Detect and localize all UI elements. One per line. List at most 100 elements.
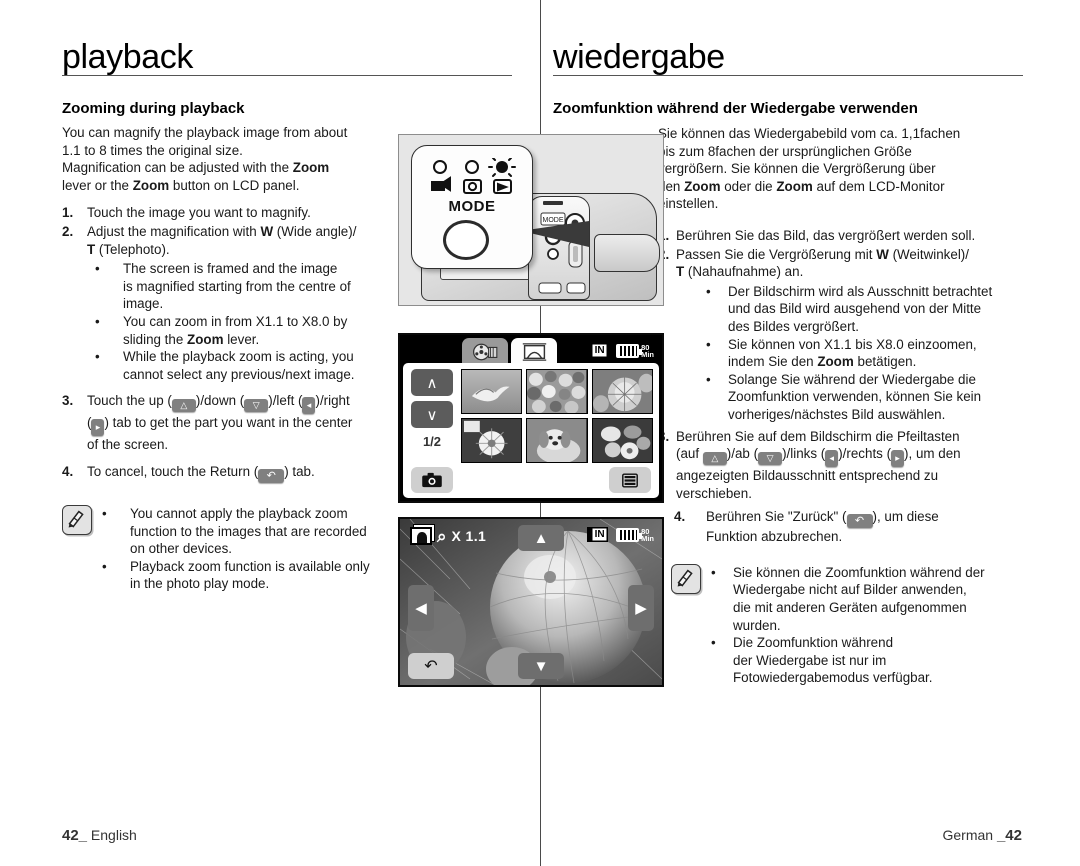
- thumbnail-fruit-image: [592, 419, 652, 462]
- step-number: 2.: [62, 223, 74, 239]
- chapter-title-german: wiedergabe: [553, 40, 1023, 76]
- note-pen-glyph: [677, 569, 693, 587]
- chapter-title-english: playback: [62, 40, 512, 76]
- battery-time: 80 Min: [641, 343, 654, 359]
- thumbnail-cell[interactable]: [461, 369, 523, 414]
- step-1: 1. Berühren Sie das Bild, das vergrößert…: [658, 227, 1023, 245]
- page-number-german: _42: [996, 827, 1022, 844]
- step-text: Berühren Sie das Bild, das vergrößert we…: [676, 227, 976, 243]
- intro-line-5: einstellen.: [658, 196, 719, 212]
- thumbnail-cactus-image: [592, 370, 652, 413]
- scroll-down-button[interactable]: ∨: [411, 401, 453, 428]
- tab-movie-mode[interactable]: [462, 338, 508, 365]
- bullet-item: • Der Bildschirm wird als Ausschnitt bet…: [706, 283, 1026, 336]
- camcorder-lens-barrel: [594, 234, 660, 272]
- bullet-dot: •: [711, 635, 716, 651]
- thumbnail-bird-image: [462, 370, 522, 413]
- intro-paragraph-german: Sie können das Wiedergabebild vom ca. 1,…: [658, 126, 961, 212]
- note-bullet: • Sie können die Zoomfunktion während de…: [711, 564, 1023, 634]
- storage-in-icon: IN: [587, 343, 609, 358]
- language-label-german: German: [942, 827, 994, 843]
- bullet-text: Solange Sie während der Wiedergabe die Zo…: [728, 371, 982, 422]
- photo-stack-icon: [522, 342, 546, 361]
- note-box-german: • Sie können die Zoomfunktion während de…: [671, 563, 1023, 687]
- step-number: 1.: [62, 205, 74, 221]
- zoom-level-label: X 1.1: [451, 528, 487, 544]
- down-tab-icon: ▽: [244, 399, 269, 413]
- note-text: Die Zoomfunktion während der Wiedergabe i…: [733, 635, 933, 686]
- chapter-title-text: playback: [62, 40, 197, 74]
- capture-mode-button[interactable]: [411, 467, 453, 493]
- bullet-text: Sie können von X1.1 bis X8.0 einzoomen, i…: [728, 336, 977, 370]
- pan-left-button[interactable]: ◀: [408, 585, 434, 631]
- zoom-keyword: Zoom: [776, 178, 813, 194]
- zoom-keyword: Zoom: [292, 160, 330, 176]
- section-heading-english: Zooming during playback: [62, 100, 245, 117]
- page-indicator: 1/2: [422, 434, 442, 449]
- up-tab-icon: △: [702, 452, 727, 466]
- right-tab-icon: ▸: [891, 450, 905, 468]
- thumbnail-cell[interactable]: [591, 369, 653, 414]
- page-number-english: 42_: [62, 827, 88, 844]
- left-tab-icon: ◂: [825, 450, 839, 468]
- thumbnail-nav-column: ∧ ∨ 1/2: [411, 369, 453, 449]
- pan-right-button[interactable]: ▶: [628, 585, 654, 631]
- note-bullet: • Die Zoomfunktion während der Wiedergabe…: [711, 634, 1023, 687]
- battery-time: 80 Min: [641, 527, 654, 542]
- thumbnail-cell[interactable]: [591, 418, 653, 463]
- camera-icon: [422, 472, 442, 488]
- list-menu-icon: [622, 472, 638, 488]
- thumbnail-cell[interactable]: [526, 418, 588, 463]
- bullet-dot: •: [102, 558, 107, 574]
- thumbnail-stage: ∧ ∨ 1/2: [403, 363, 659, 498]
- section-heading-german: Zoomfunktion während der Wiedergabe verw…: [553, 100, 918, 117]
- footer-left: 42_ English: [62, 827, 137, 844]
- english-column: playback Zooming during playback You can…: [62, 40, 512, 593]
- intro-line-1: Sie können das Wiedergabebild vom ca. 1,…: [658, 126, 961, 141]
- battery-unit: Min: [641, 349, 654, 359]
- bullet-text: Der Bildschirm wird als Ausschnitt betra…: [728, 283, 993, 334]
- thumbnail-cell[interactable]: [461, 418, 523, 463]
- pan-down-button[interactable]: ▼: [518, 653, 564, 679]
- note-pen-glyph: [68, 510, 84, 528]
- thumbnail-cell[interactable]: [526, 369, 588, 414]
- bullet-dot: •: [95, 313, 100, 329]
- steps-list-german: 1. Berühren Sie das Bild, das vergrößert…: [658, 227, 1023, 281]
- note-text: Sie können die Zoomfunktion während der W…: [733, 564, 985, 633]
- intro-line-1: You can magnify the playback image from …: [62, 125, 348, 140]
- scroll-up-button[interactable]: ∧: [411, 369, 453, 396]
- menu-button[interactable]: [609, 467, 651, 493]
- lcd-thumbnail-view: IN 80 Min ∧ ∨ 1/2: [398, 333, 664, 503]
- tab-photo-mode[interactable]: [511, 338, 557, 365]
- mode-label: MODE: [448, 198, 496, 215]
- note-body-german: • Sie können die Zoomfunktion während de…: [711, 564, 1023, 687]
- bullet-dot: •: [102, 505, 107, 521]
- footer-right: German _42: [943, 827, 1023, 844]
- pan-up-button[interactable]: ▲: [518, 525, 564, 551]
- step-text: Passen Sie die Vergrößerung mit W (Weitw…: [676, 246, 969, 280]
- svg-text:MODE: MODE: [543, 217, 564, 224]
- zoom-keyword: Zoom: [132, 177, 170, 193]
- intro-line-2: 1.1 to 8 times the original size.: [62, 142, 243, 158]
- mode-dial: [443, 220, 489, 260]
- figure-zoomed-screen: ⌕ X 1.1 IN 80 Min ▲ ▼ ◀ ▶ ↶: [398, 517, 664, 687]
- lcd-zoom-view: ⌕ X 1.1 IN 80 Min ▲ ▼ ◀ ▶ ↶: [398, 517, 664, 687]
- step-text: Berühren Sie "Zurück" (↶), um diese Funkt…: [706, 509, 939, 545]
- step-4: 4. Berühren Sie "Zurück" (↶), um diese Fu…: [674, 508, 1030, 546]
- bullet-dot: •: [706, 336, 711, 352]
- return-button[interactable]: ↶: [408, 653, 454, 679]
- step-text: Berühren Sie auf dem Bildschirm die Pfei…: [676, 428, 961, 501]
- mode-led-icons: [431, 153, 516, 194]
- lcd-status-bar: IN 80 Min: [587, 343, 654, 358]
- bullet-dot: •: [711, 564, 716, 580]
- return-tab-icon: ↶: [258, 468, 285, 483]
- photo-mode-icon: [410, 527, 432, 545]
- return-tab-icon: ↶: [846, 514, 873, 529]
- step-number: 4.: [62, 463, 74, 479]
- thumbnail-mode-tabs: [462, 338, 557, 365]
- up-tab-icon: △: [171, 399, 196, 413]
- bullet-dot: •: [95, 261, 100, 277]
- lcd-status-bar: IN 80 Min: [587, 527, 654, 542]
- step-number: 3.: [62, 393, 74, 409]
- mode-led-row: [428, 153, 520, 198]
